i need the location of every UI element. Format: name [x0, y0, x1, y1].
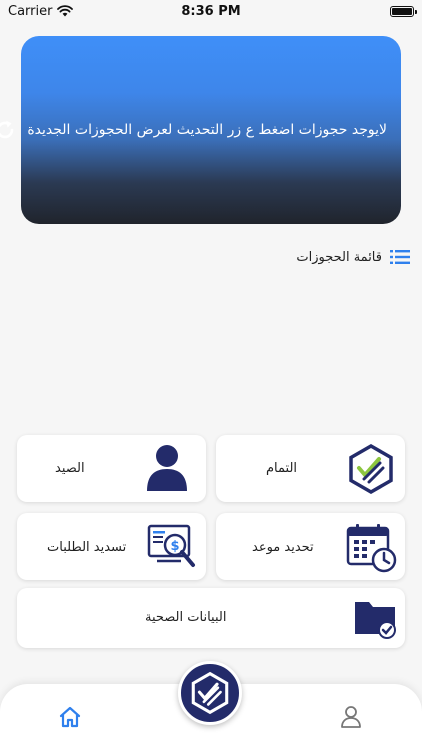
appointment-label: تحديد موعد: [252, 540, 314, 555]
payments-label: تسديد الطلبات: [47, 540, 127, 555]
health-data-label: البيانات الصحية: [145, 610, 227, 625]
carrier-label: Carrier: [8, 3, 53, 19]
home-icon[interactable]: [58, 705, 82, 729]
health-data-card[interactable]: البيانات الصحية: [17, 588, 405, 648]
user-icon[interactable]: [340, 705, 362, 729]
list-icon: [390, 250, 410, 264]
status-left: Carrier: [8, 3, 74, 19]
payments-card[interactable]: تسديد الطلبات $: [17, 513, 206, 580]
svg-text:$: $: [170, 539, 179, 554]
folder-check-icon: [355, 602, 396, 639]
empty-bookings-banner: لايوجد حجوزات اضغط ع زر التحديث لعرض الح…: [0, 36, 401, 224]
payment-invoice-icon: $: [147, 524, 195, 567]
bookings-list-title: قائمة الحجوزات: [296, 249, 382, 265]
refresh-icon[interactable]: [0, 118, 17, 142]
bookings-list-header: قائمة الحجوزات: [296, 247, 410, 267]
app-logo-icon: [191, 671, 229, 715]
calendar-clock-icon: [346, 524, 397, 573]
status-bar: Carrier 8:36 PM: [0, 0, 422, 22]
appointment-card[interactable]: تحديد موعد: [216, 513, 405, 580]
center-action-button[interactable]: [178, 661, 242, 725]
battery-icon: [390, 5, 417, 17]
check-badge-icon: [349, 444, 393, 494]
fishing-label: الصيد: [55, 461, 85, 476]
completion-card[interactable]: التمام: [216, 435, 405, 502]
completion-label: التمام: [266, 461, 298, 476]
wifi-icon: [57, 5, 74, 17]
fishing-card[interactable]: الصيد: [17, 435, 206, 502]
person-icon: [147, 445, 187, 491]
empty-bookings-message: لايوجد حجوزات اضغط ع زر التحديث لعرض الح…: [27, 122, 387, 138]
